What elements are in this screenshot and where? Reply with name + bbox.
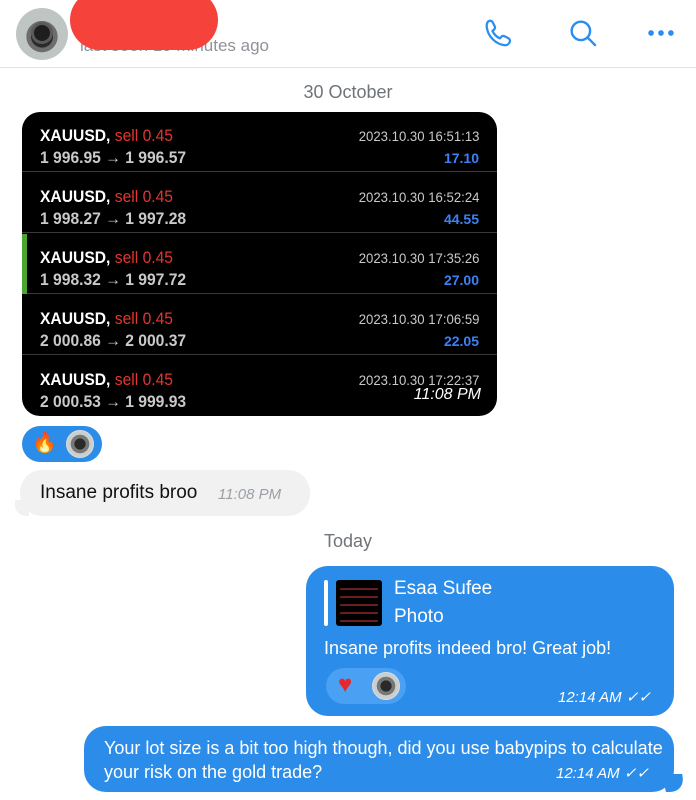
trade-symbol: XAUUSD, sell 0.45 bbox=[40, 248, 174, 267]
date-separator: 30 October bbox=[303, 82, 393, 102]
trade-symbol: XAUUSD, sell 0.45 bbox=[40, 370, 174, 389]
message-reactions[interactable]: ♥ bbox=[326, 668, 406, 704]
trade-prices: 1 996.95 → 1 996.57 bbox=[40, 148, 187, 167]
reply-type: Photo bbox=[394, 606, 444, 627]
contact-avatar[interactable] bbox=[16, 8, 68, 60]
outgoing-reply-message[interactable]: Esaa Sufee Photo Insane profits indeed b… bbox=[306, 566, 674, 716]
trade-profit: 22.05 bbox=[443, 333, 479, 349]
fire-emoji: 🔥 bbox=[32, 432, 57, 454]
reactor-avatar bbox=[66, 430, 94, 458]
double-check-icon: ✓✓ bbox=[623, 765, 649, 782]
trade-history-photo[interactable]: XAUUSD, sell 0.45 1 996.95 → 1 996.57 20… bbox=[22, 112, 497, 416]
outgoing-message[interactable]: Your lot size is a bit too high though, … bbox=[84, 726, 674, 792]
trade-prices: 2 000.86 → 2 000.37 bbox=[40, 331, 187, 350]
date-separator: Today bbox=[323, 531, 373, 551]
trade-symbol: XAUUSD, sell 0.45 bbox=[40, 126, 174, 145]
trade-symbol: XAUUSD, sell 0.45 bbox=[40, 187, 174, 206]
trade-row: XAUUSD, sell 0.45 1 998.32 → 1 997.72 20… bbox=[22, 234, 497, 294]
phone-icon[interactable] bbox=[482, 16, 516, 50]
message-time: 11:08 PM bbox=[407, 386, 487, 404]
incoming-message[interactable]: Insane profits broo 11:08 PM bbox=[20, 470, 310, 516]
message-time-read: 12:14 AM ✓✓ bbox=[556, 765, 649, 782]
selected-row-marker bbox=[22, 234, 27, 294]
message-text: Insane profits indeed bro! Great job! bbox=[324, 638, 612, 658]
more-icon[interactable] bbox=[644, 16, 678, 50]
search-icon[interactable] bbox=[566, 16, 600, 50]
reply-author: Esaa Sufee bbox=[394, 578, 493, 599]
trade-timestamp: 2023.10.30 17:35:26 bbox=[358, 250, 479, 266]
message-time-read: 12:14 AM ✓✓ bbox=[558, 689, 651, 706]
trade-row: XAUUSD, sell 0.45 1 996.95 → 1 996.57 20… bbox=[22, 112, 497, 172]
trade-timestamp: 2023.10.30 16:51:13 bbox=[358, 128, 479, 144]
double-check-icon: ✓✓ bbox=[625, 689, 651, 706]
trade-timestamp: 2023.10.30 16:52:24 bbox=[358, 189, 479, 205]
trade-row: XAUUSD, sell 0.45 2 000.86 → 2 000.37 20… bbox=[22, 295, 497, 355]
message-time: 11:08 PM bbox=[218, 486, 282, 503]
chat-screen: last seen 19 minutes ago 30 October XAUU… bbox=[0, 0, 696, 800]
trade-symbol: XAUUSD, sell 0.45 bbox=[40, 309, 174, 328]
trade-profit: 27.00 bbox=[443, 272, 479, 288]
message-text: Insane profits broo bbox=[40, 482, 198, 503]
trade-timestamp: 2023.10.30 17:06:59 bbox=[358, 311, 479, 327]
trade-profit: 44.55 bbox=[443, 211, 479, 227]
trade-row: XAUUSD, sell 0.45 1 998.27 → 1 997.28 20… bbox=[22, 173, 497, 233]
heart-emoji: ♥ bbox=[338, 671, 353, 698]
trade-profit: 17.10 bbox=[443, 150, 479, 166]
reply-thumbnail[interactable] bbox=[336, 580, 382, 626]
trade-prices: 1 998.32 → 1 997.72 bbox=[40, 270, 187, 289]
redacted-contact-name bbox=[70, 0, 218, 50]
trade-prices: 1 998.27 → 1 997.28 bbox=[40, 209, 187, 228]
reply-bar bbox=[324, 580, 328, 626]
chat-header: last seen 19 minutes ago bbox=[0, 0, 696, 68]
message-reactions[interactable]: 🔥 bbox=[22, 426, 102, 462]
reactor-avatar bbox=[372, 672, 400, 700]
trade-prices: 2 000.53 → 1 999.93 bbox=[40, 392, 187, 411]
